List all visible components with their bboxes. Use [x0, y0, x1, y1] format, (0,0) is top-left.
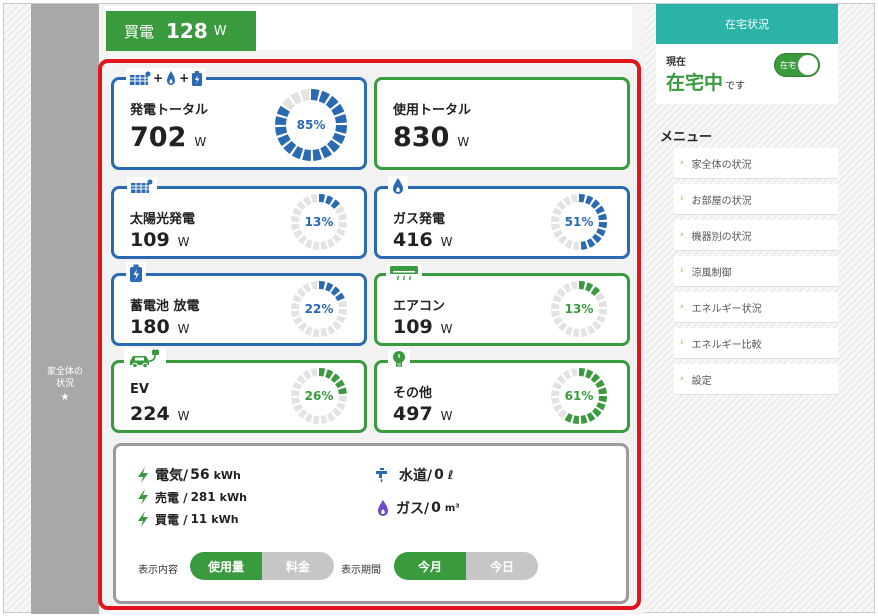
card-value: 109 W: [393, 316, 453, 338]
solar-panel-icon: [127, 177, 157, 195]
generation-sources-icon: + +: [126, 68, 207, 88]
card-value: 416 W: [393, 229, 453, 251]
menu-item-rooms[interactable]: › お部屋の状況: [674, 184, 838, 215]
gas-flame-icon: [388, 176, 408, 196]
percent-ring: 85%: [274, 88, 348, 162]
buy-power-badge: 買電 128 W: [106, 11, 256, 51]
lightning-icon: [138, 489, 148, 505]
option-fee-button[interactable]: 料金: [262, 552, 334, 580]
home-status-header: 在宅状況: [656, 4, 838, 44]
card-title: その他: [393, 386, 433, 401]
display-content-label: 表示内容: [138, 565, 178, 576]
battery-icon: [192, 70, 203, 86]
summary-gas: ガス/ 0 m³: [376, 498, 460, 518]
menu-item-devices[interactable]: › 機器別の状況: [674, 220, 838, 251]
percent-ring: 51%: [550, 193, 608, 251]
home-status-box: 現在 在宅中 です 在宅: [656, 44, 838, 104]
card-value: 830 W: [393, 122, 470, 153]
option-today-button[interactable]: 今日: [466, 552, 538, 580]
menu-item-energy-status[interactable]: › エネルギー状況: [674, 292, 838, 323]
summary-sold: 売電 / 281 kWh: [136, 488, 247, 506]
rail-item-label: 家全体の 状況: [46, 367, 83, 389]
chevron-right-icon: ›: [680, 194, 684, 204]
percent-ring: 13%: [550, 280, 608, 338]
card-value: 180 W: [130, 316, 190, 338]
toggle-label: 在宅: [780, 61, 796, 70]
card-value: 224 W: [130, 403, 190, 425]
rail-item-whole-house[interactable]: 家全体の 状況 ★: [31, 366, 99, 404]
card-title: エアコン: [393, 299, 446, 314]
home-status-toggle[interactable]: 在宅: [774, 53, 820, 77]
card-solar[interactable]: 太陽光発電 109 W 13%: [111, 186, 367, 259]
chevron-right-icon: ›: [680, 266, 684, 276]
lightning-icon: [138, 511, 148, 527]
percent-ring: 22%: [290, 280, 348, 338]
home-status-text: 在宅中 です: [666, 72, 746, 94]
display-period-toggle: 今月 今日: [394, 552, 538, 580]
menu-list: › 家全体の状況 › お部屋の状況 › 機器別の状況 › 涼風制御 › エネルギー状況 ›…: [674, 148, 838, 400]
air-conditioner-icon: [386, 264, 422, 282]
chevron-right-icon: ›: [680, 302, 684, 312]
card-aircon[interactable]: エアコン 109 W 13%: [374, 273, 630, 346]
menu-item-whole-house[interactable]: › 家全体の状況: [674, 148, 838, 179]
now-label: 現在: [666, 57, 686, 68]
star-icon: ★: [60, 392, 70, 403]
faucet-icon: [376, 468, 387, 483]
percent-ring: 26%: [290, 367, 348, 425]
buy-power-label: 買電: [124, 22, 155, 41]
card-value: 497 W: [393, 403, 453, 425]
card-title: 蓄電池 放電: [130, 299, 200, 314]
chevron-right-icon: ›: [680, 230, 684, 240]
card-ev[interactable]: EV 224 W 26%: [111, 360, 367, 433]
chevron-right-icon: ›: [680, 158, 684, 168]
gas-flame-icon: [378, 500, 388, 516]
display-period-label: 表示期間: [341, 565, 381, 576]
chevron-right-icon: ›: [680, 338, 684, 348]
card-title: ガス発電: [393, 212, 446, 227]
card-title: EV: [130, 382, 149, 397]
menu-item-cool-breeze[interactable]: › 涼風制御: [674, 256, 838, 287]
card-title: 発電トータル: [130, 103, 209, 118]
menu-title: メニュー: [660, 130, 713, 145]
light-bulb-icon: [388, 350, 410, 370]
summary-water: 水道/ 0 ℓ: [374, 465, 454, 485]
option-this-month-button[interactable]: 今月: [394, 552, 466, 580]
card-gas[interactable]: ガス発電 416 W 51%: [374, 186, 630, 259]
buy-power-unit: W: [213, 23, 227, 39]
buy-power-value: 128: [166, 19, 208, 43]
card-usage-total[interactable]: 使用トータル 830 W: [374, 77, 630, 170]
lightning-icon: [138, 467, 148, 483]
battery-icon: [126, 262, 146, 284]
card-generation-total[interactable]: 発電トータル 702 W 85%: [111, 77, 367, 170]
card-value: 702 W: [130, 122, 207, 153]
toggle-knob: [798, 55, 818, 75]
monthly-summary: 電気/ 56 kWh 売電 / 281 kWh 買電 / 11 kWh 水道/ …: [113, 443, 629, 604]
card-title: 使用トータル: [393, 103, 472, 118]
solar-panel-icon: [130, 71, 151, 85]
option-usage-button[interactable]: 使用量: [190, 552, 262, 580]
chevron-right-icon: ›: [680, 374, 684, 384]
menu-item-energy-compare[interactable]: › エネルギー比較: [674, 328, 838, 359]
gas-flame-icon: [167, 71, 176, 85]
display-content-toggle: 使用量 料金: [190, 552, 334, 580]
summary-electricity: 電気/ 56 kWh: [136, 465, 241, 485]
card-value: 109 W: [130, 229, 190, 251]
percent-ring: 13%: [290, 193, 348, 251]
percent-ring: 61%: [550, 367, 608, 425]
card-title: 太陽光発電: [130, 212, 196, 227]
electric-car-icon: [124, 348, 166, 370]
card-battery[interactable]: 蓄電池 放電 180 W 22%: [111, 273, 367, 346]
card-other[interactable]: その他 497 W 61%: [374, 360, 630, 433]
summary-bought: 買電 / 11 kWh: [136, 510, 239, 528]
left-nav-rail: 家全体の 状況 ★: [31, 4, 99, 614]
menu-item-settings[interactable]: › 設定: [674, 364, 838, 395]
